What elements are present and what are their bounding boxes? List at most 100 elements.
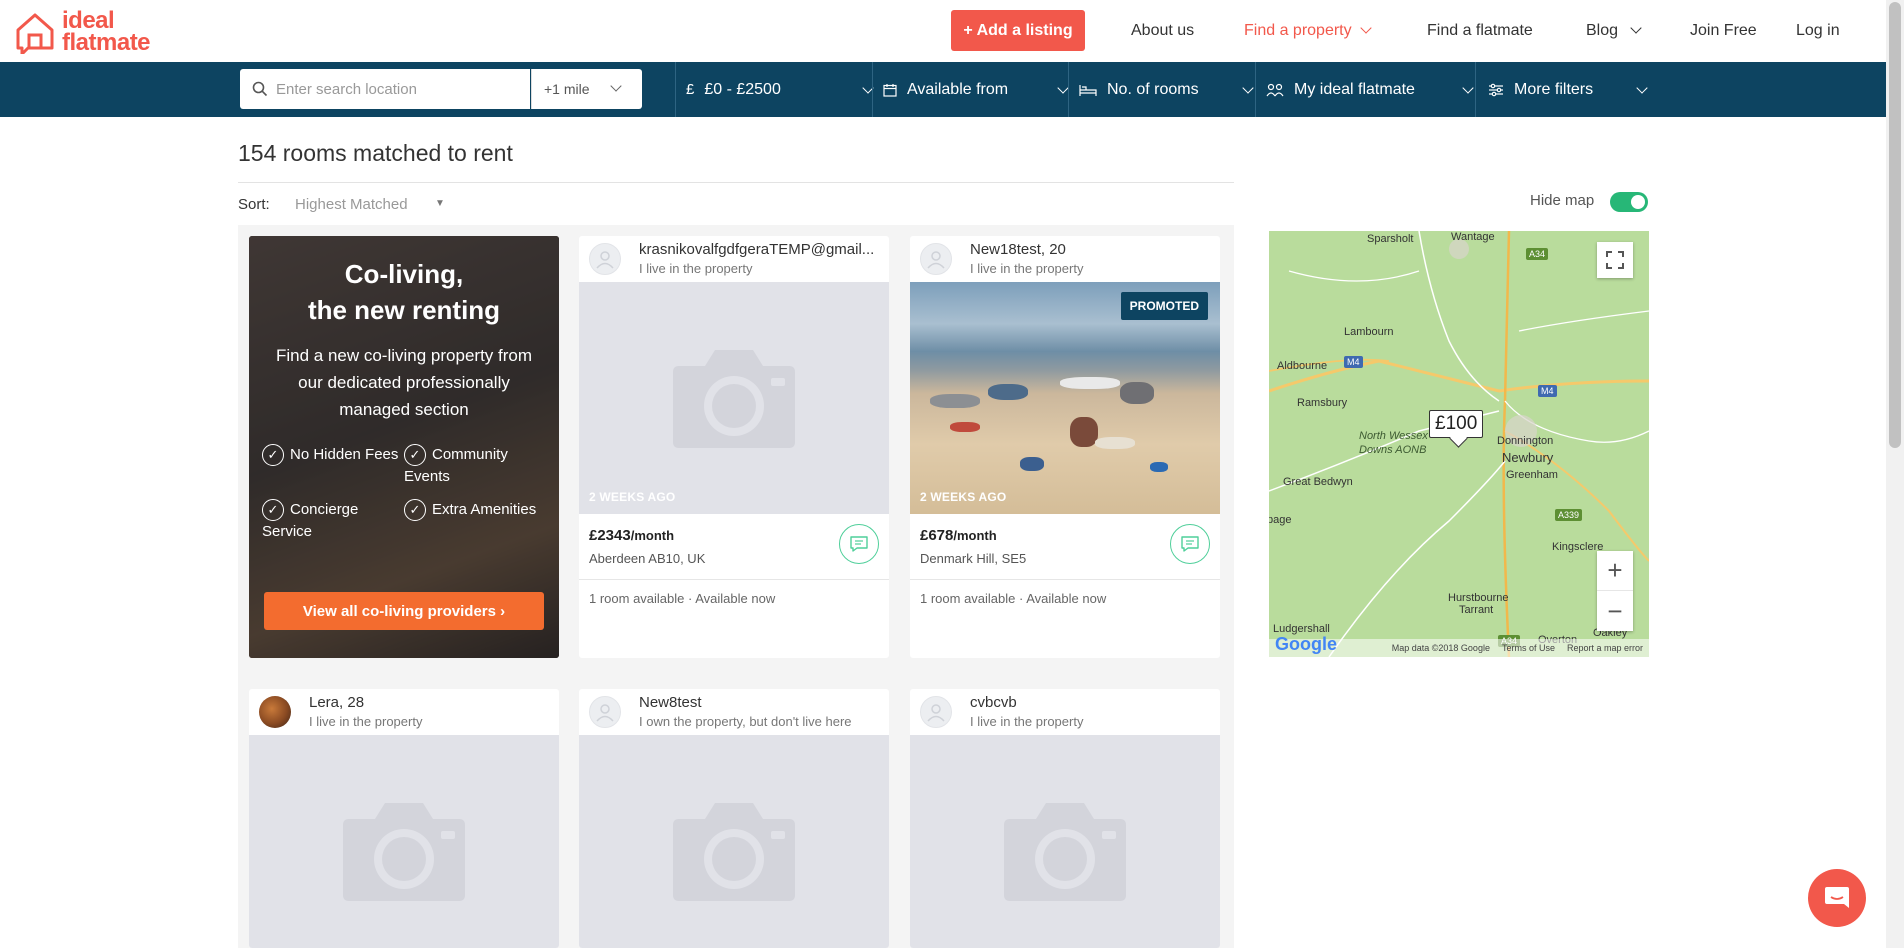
filter-divider [872, 62, 873, 117]
map-town: Tarrant [1459, 604, 1494, 616]
user-icon [596, 251, 614, 269]
bed-icon [1079, 83, 1097, 97]
sort-label: Sort: [238, 196, 270, 213]
fullscreen-button[interactable] [1597, 242, 1633, 278]
promoted-badge: PROMOTED [1120, 292, 1208, 320]
listing-age: 2 WEEKS AGO [589, 490, 676, 504]
avatar [589, 243, 621, 275]
lister-name: krasnikovalfgdfgeraTEMP@gmail... [639, 241, 875, 258]
chat-launcher-button[interactable] [1808, 869, 1866, 927]
hide-map-label: Hide map [1530, 192, 1595, 209]
price-filter[interactable]: £ £0 - £2500 [686, 62, 874, 117]
nav-find-property[interactable]: Find a property [1244, 22, 1372, 40]
listing-image-placeholder[interactable] [579, 735, 889, 948]
chevron-down-icon [1636, 82, 1648, 94]
add-listing-button[interactable]: + Add a listing [951, 10, 1085, 51]
nav-blog[interactable]: Blog [1586, 22, 1642, 40]
promo-title-line-2: the new renting [307, 295, 501, 325]
search-location-box[interactable] [240, 69, 530, 109]
card-header: cvbcvb I live in the property [910, 689, 1220, 735]
ideal-flatmate-label: My ideal flatmate [1294, 80, 1415, 98]
results-title: 154 rooms matched to rent [238, 140, 513, 166]
sort-dropdown[interactable]: Highest Matched [295, 196, 408, 213]
map-town: Newbury [1502, 450, 1554, 465]
feature-no-hidden-fees: ✓ No Hidden Fees [262, 444, 398, 467]
road-label: A34 [1526, 248, 1549, 260]
user-icon [596, 704, 614, 722]
available-from-filter[interactable]: Available from [883, 62, 1069, 117]
map-town: Great Bedwyn [1283, 476, 1353, 488]
filter-divider [1068, 62, 1069, 117]
coliving-promo-card[interactable]: Co-living, the new renting Find a new co… [249, 236, 559, 658]
chevron-down-icon [609, 80, 622, 92]
google-logo: Google [1275, 634, 1337, 654]
top-navbar: ideal flatmate + Add a listing About us … [0, 0, 1886, 62]
listing-image-placeholder[interactable] [910, 735, 1220, 948]
map-town: Lambourn [1344, 326, 1394, 338]
ideal-flatmate-filter[interactable]: My ideal flatmate [1266, 62, 1476, 117]
feature-community-events: ✓ Community Events [404, 444, 508, 486]
listing-card[interactable]: New8test I own the property, but don't l… [579, 689, 889, 948]
lister-name: New18test, 20 [970, 241, 1066, 258]
lister-status: I own the property, but don't live here [639, 714, 852, 729]
more-filters[interactable]: More filters [1488, 62, 1648, 117]
zoom-out-button[interactable]: − [1597, 591, 1633, 631]
nav-find-flatmate[interactable]: Find a flatmate [1427, 22, 1533, 40]
map-report-link[interactable]: Report a map error [1567, 643, 1643, 653]
radius-value: +1 mile [544, 81, 590, 97]
camera-icon [343, 803, 465, 901]
logo-text: ideal flatmate [62, 9, 151, 55]
logo[interactable]: ideal flatmate [14, 9, 151, 55]
road-label: M4 [1344, 356, 1363, 368]
listing-card[interactable]: krasnikovalfgdfgeraTEMP@gmail... I live … [579, 236, 889, 658]
listing-card[interactable]: cvbcvb I live in the property [910, 689, 1220, 948]
listing-price: £678/month [920, 527, 997, 544]
listing-location: Aberdeen AB10, UK [589, 551, 706, 566]
view-coliving-providers-button[interactable]: View all co-living providers › [264, 592, 544, 630]
filter-divider [1255, 62, 1256, 117]
avatar [259, 696, 291, 728]
user-icon [927, 704, 945, 722]
chat-icon [1181, 536, 1199, 552]
avatar [920, 243, 952, 275]
card-header: Lera, 28 I live in the property [249, 689, 559, 735]
search-icon [252, 81, 268, 97]
camera-icon [1004, 803, 1126, 901]
promo-title-line-1: Co-living, [344, 259, 464, 289]
map-town: Aldbourne [1277, 360, 1328, 372]
listing-card[interactable]: Lera, 28 I live in the property [249, 689, 559, 948]
map-price-pin[interactable]: £100 [1429, 410, 1484, 438]
caret-down-icon[interactable]: ▼ [435, 198, 445, 209]
listing-info: £678/month Denmark Hill, SE5 [910, 514, 1220, 580]
listing-photo[interactable]: PROMOTED 2 WEEKS AGO [910, 282, 1220, 514]
sliders-icon [1488, 83, 1504, 97]
map[interactable]: Sparsholt Wantage Lambourn Aldbourne Ram… [1269, 231, 1649, 657]
listing-image-placeholder[interactable]: 2 WEEKS AGO [579, 282, 889, 514]
map-town: Donnington [1497, 435, 1554, 447]
fullscreen-icon [1606, 251, 1624, 269]
listing-card[interactable]: New18test, 20 I live in the property PRO… [910, 236, 1220, 658]
card-header: krasnikovalfgdfgeraTEMP@gmail... I live … [579, 236, 889, 282]
nav-join-free[interactable]: Join Free [1690, 22, 1757, 40]
listing-availability: 1 room available · Available now [920, 591, 1107, 606]
map-terms-link[interactable]: Terms of Use [1502, 643, 1555, 653]
lister-name: cvbcvb [970, 694, 1017, 711]
available-from-label: Available from [907, 80, 1009, 98]
lister-name: New8test [639, 694, 702, 711]
listing-image-placeholder[interactable] [249, 735, 559, 948]
chevron-down-icon [1057, 82, 1069, 94]
zoom-in-button[interactable]: + [1597, 551, 1633, 591]
chevron-down-icon [1242, 82, 1254, 94]
card-header: New18test, 20 I live in the property [910, 236, 1220, 282]
message-button[interactable] [839, 524, 879, 564]
house-logo-icon [16, 13, 54, 54]
message-button[interactable] [1170, 524, 1210, 564]
rooms-filter[interactable]: No. of rooms [1079, 62, 1254, 117]
nav-about-us[interactable]: About us [1131, 22, 1194, 40]
search-location-input[interactable] [276, 80, 516, 98]
hide-map-toggle[interactable] [1610, 192, 1648, 212]
radius-dropdown[interactable]: +1 mile [531, 69, 642, 109]
scrollbar-thumb[interactable] [1889, 2, 1901, 448]
nav-log-in[interactable]: Log in [1796, 22, 1840, 40]
camera-icon [673, 803, 795, 901]
